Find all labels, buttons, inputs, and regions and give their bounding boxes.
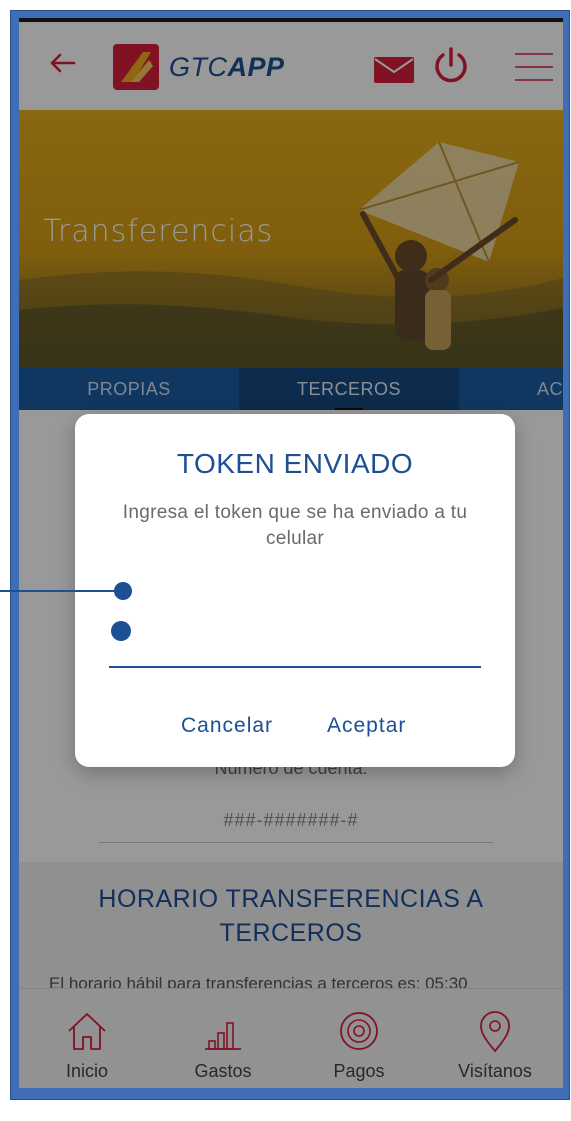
accept-button[interactable]: Aceptar (327, 714, 406, 738)
cancel-button[interactable]: Cancelar (181, 714, 273, 738)
token-input[interactable] (109, 610, 481, 668)
annotation-line (0, 590, 122, 592)
app-screen: GTCAPP Transferencias PROPIAS TERCEROS A… (19, 22, 563, 1088)
dialog-message: Ingresa el token que se ha enviado a tu … (122, 502, 468, 549)
annotation-dot (114, 582, 132, 600)
dialog-title: TOKEN ENVIADO (176, 448, 414, 479)
text-cursor-handle[interactable] (111, 621, 131, 641)
dialog-actions: Cancelar Aceptar (75, 714, 515, 754)
token-dialog: TOKEN ENVIADO Ingresa el token que se ha… (75, 414, 515, 767)
